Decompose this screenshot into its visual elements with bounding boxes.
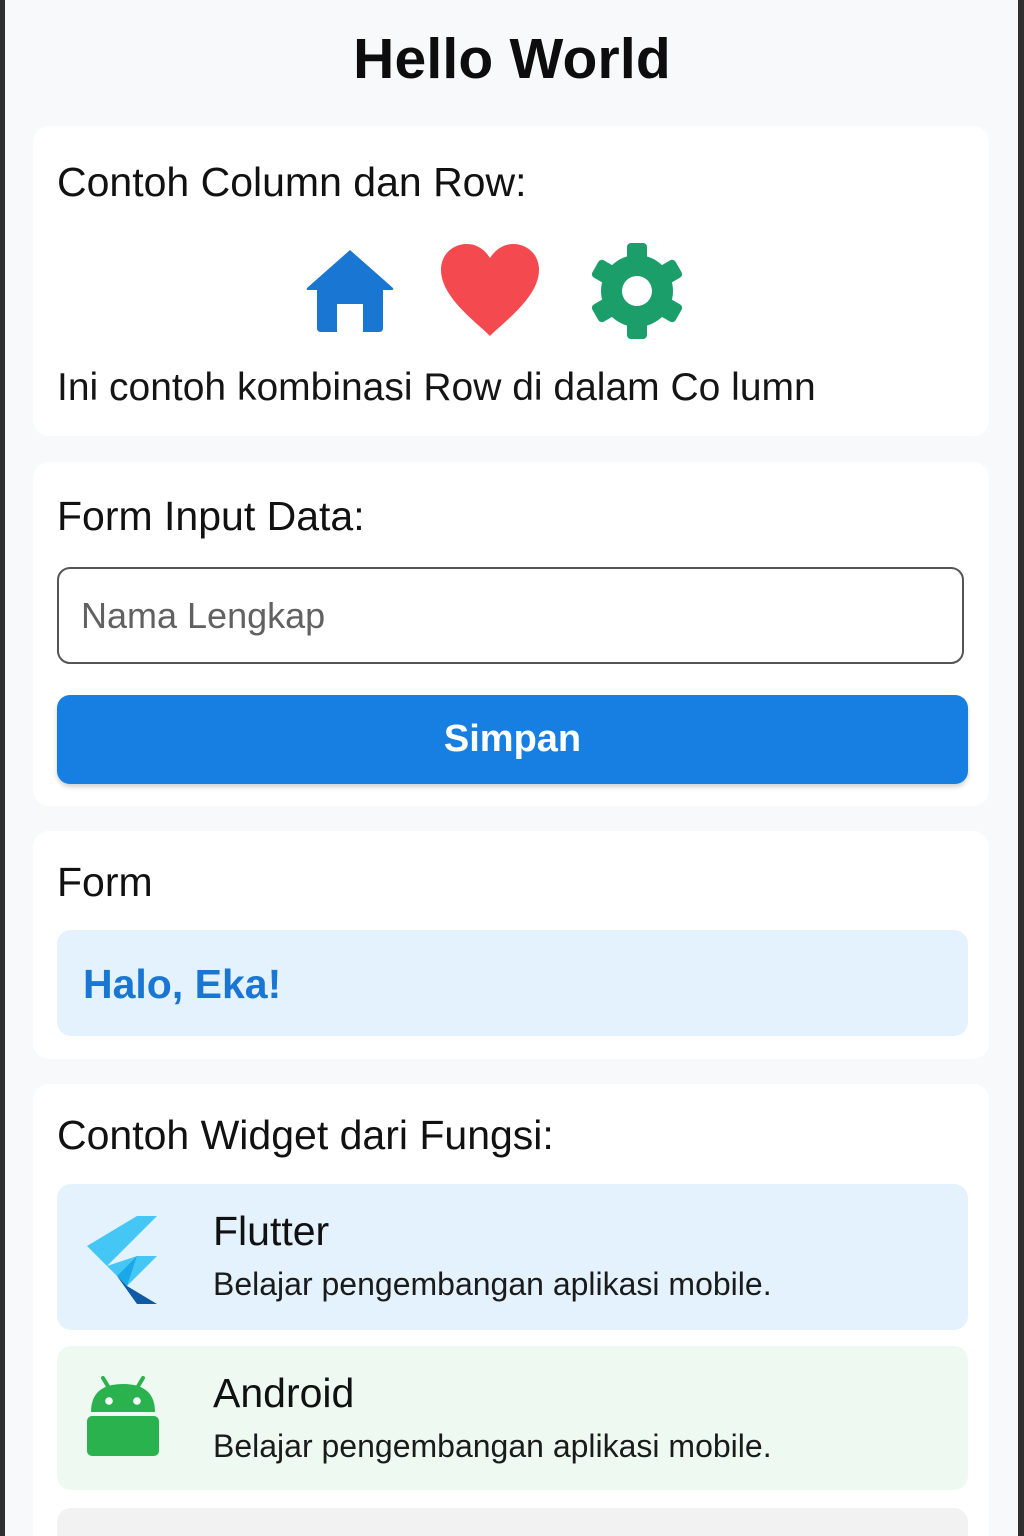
list-item-subtitle: Belajar pengembangan aplikasi mobile. — [213, 1428, 772, 1464]
column-row-card: Contoh Column dan Row: Ini contoh kombin… — [33, 126, 989, 436]
column-row-description: Ini contoh kombinasi Row di dalam Co lum… — [57, 366, 816, 409]
screen-left-edge — [0, 0, 5, 1536]
list-item-partial[interactable] — [57, 1508, 968, 1536]
list-item-title: Android — [213, 1370, 355, 1416]
icon-row — [33, 242, 989, 342]
list-item-android[interactable]: Android Belajar pengembangan aplikasi mo… — [57, 1346, 968, 1490]
gear-icon — [591, 243, 683, 339]
app-screen: Hello World Contoh Column dan Row: Ini c… — [0, 0, 1024, 1536]
heart-icon — [441, 244, 539, 336]
column-row-title: Contoh Column dan Row: — [57, 159, 527, 205]
greeting-card-title: Form — [57, 859, 153, 905]
greeting-box: Halo, Eka! — [57, 930, 968, 1036]
form-input-title: Form Input Data: — [57, 493, 365, 539]
name-input[interactable] — [59, 569, 962, 662]
form-input-card: Form Input Data: Simpan — [33, 462, 989, 806]
list-item-subtitle: Belajar pengembangan aplikasi mobile. — [213, 1266, 772, 1302]
screen-right-edge — [1018, 0, 1024, 1536]
list-item-flutter[interactable]: Flutter Belajar pengembangan aplikasi mo… — [57, 1184, 968, 1330]
android-logo-icon — [87, 1376, 159, 1456]
list-item-title: Flutter — [213, 1208, 330, 1254]
greeting-card: Form Halo, Eka! — [33, 831, 989, 1059]
save-button[interactable]: Simpan — [57, 695, 968, 784]
greeting-text: Halo, Eka! — [83, 961, 282, 1007]
app-title: Hello World — [353, 27, 671, 91]
name-input-field — [57, 567, 964, 664]
widget-function-card: Contoh Widget dari Fungsi: Flutter Belaj… — [33, 1084, 989, 1536]
home-icon — [306, 250, 394, 332]
flutter-logo-icon — [87, 1216, 157, 1304]
widget-function-title: Contoh Widget dari Fungsi: — [57, 1112, 554, 1158]
